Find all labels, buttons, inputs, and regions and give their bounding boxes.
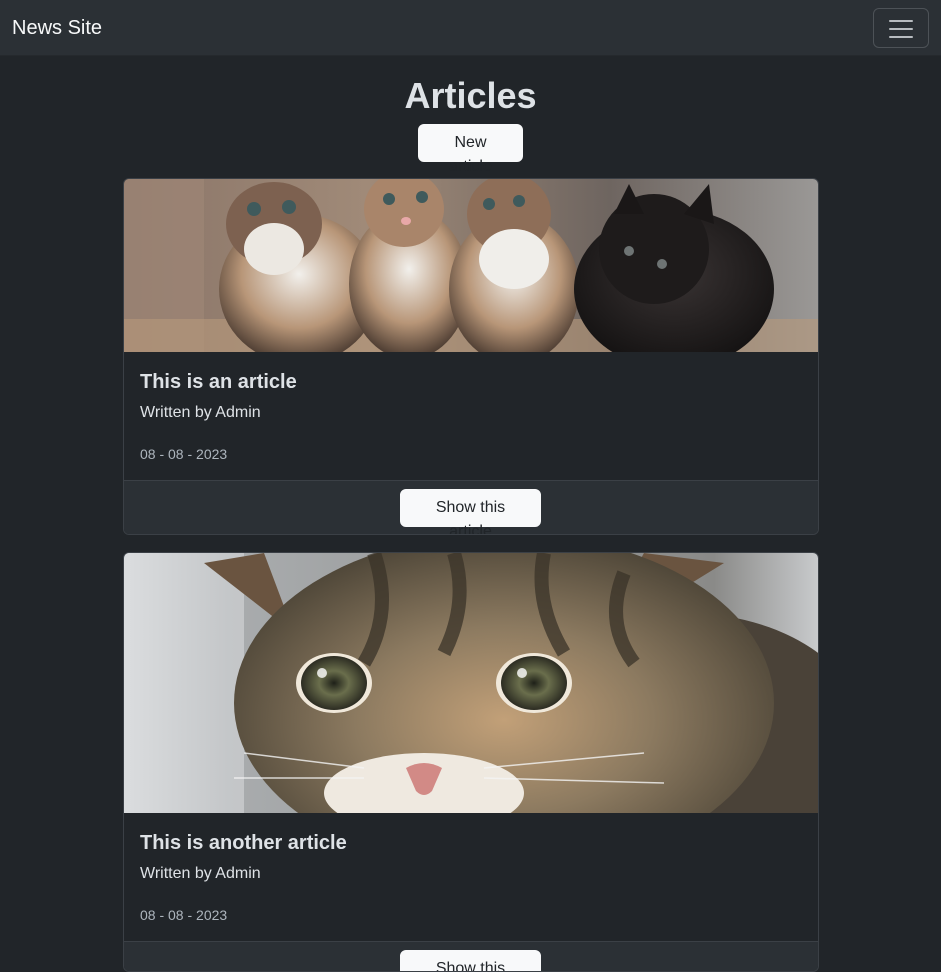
- article-author: Written by Admin: [140, 404, 261, 421]
- article-image-tabby-kitten: [124, 553, 818, 813]
- navbar-toggler-button[interactable]: [873, 8, 929, 48]
- page-title: Articles: [404, 75, 537, 116]
- article-date: 08 - 08 - 2023: [140, 907, 228, 923]
- article-image-kittens: [124, 179, 818, 352]
- new-article-button[interactable]: New article: [418, 124, 523, 175]
- article-card: This is another article Written by Admin…: [123, 552, 819, 972]
- show-article-button[interactable]: Show this article: [400, 489, 541, 534]
- article-title: This is another article: [140, 832, 347, 854]
- brand-link[interactable]: News Site: [12, 16, 102, 40]
- article-author: Written by Admin: [140, 865, 261, 882]
- article-date: 08 - 08 - 2023: [140, 446, 228, 462]
- card-footer: Show this article: [124, 480, 818, 534]
- top-navbar: News Site: [0, 0, 941, 56]
- card-footer: Show this article: [124, 941, 818, 971]
- article-card: This is an article Written by Admin 08 -…: [123, 178, 819, 535]
- article-title: This is an article: [140, 371, 297, 393]
- show-article-button[interactable]: Show this article: [400, 950, 541, 971]
